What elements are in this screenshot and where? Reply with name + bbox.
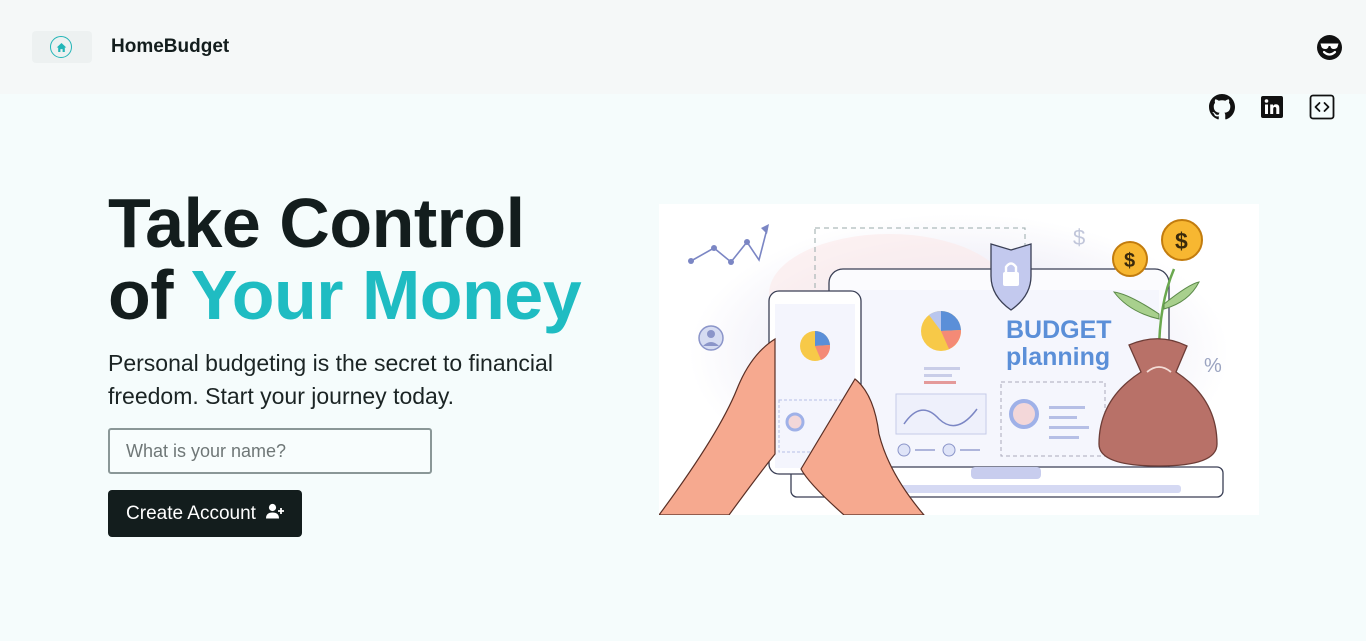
hero-title-of: of [108,256,191,334]
hero-subtitle: Personal budgeting is the secret to fina… [108,350,553,409]
home-icon [50,36,72,58]
illustration-heading-line1: BUDGET [1006,316,1112,344]
brand-name[interactable]: HomeBudget [111,36,229,58]
user-plus-icon [265,503,284,525]
percent-symbol: % [1204,355,1222,377]
svg-text:$: $ [1175,228,1188,254]
home-link[interactable] [32,31,92,63]
hero-title: Take Control of Your Money [108,184,582,334]
budget-planning-illustration: BUDGET planning $ % $ $ [659,204,1259,515]
hero-title-accent: Your Money [190,256,582,334]
svg-text:$: $ [1124,250,1135,272]
dollar-symbol: $ [1073,225,1085,250]
create-account-button[interactable]: Create Account [108,490,302,537]
github-icon [1209,94,1235,120]
name-input[interactable] [108,428,432,474]
linkedin-link[interactable] [1259,94,1285,120]
linkedin-icon [1259,94,1285,120]
smiling-face-with-sunglasses-icon[interactable] [1316,34,1343,61]
navbar: HomeBudget [0,0,1366,94]
create-account-label: Create Account [126,502,256,524]
illustration-heading-line2: planning [1006,343,1110,371]
code-icon [1309,94,1335,120]
github-link[interactable] [1209,94,1235,120]
hero-title-line1: Take Control [108,184,525,262]
code-link[interactable] [1309,94,1335,120]
